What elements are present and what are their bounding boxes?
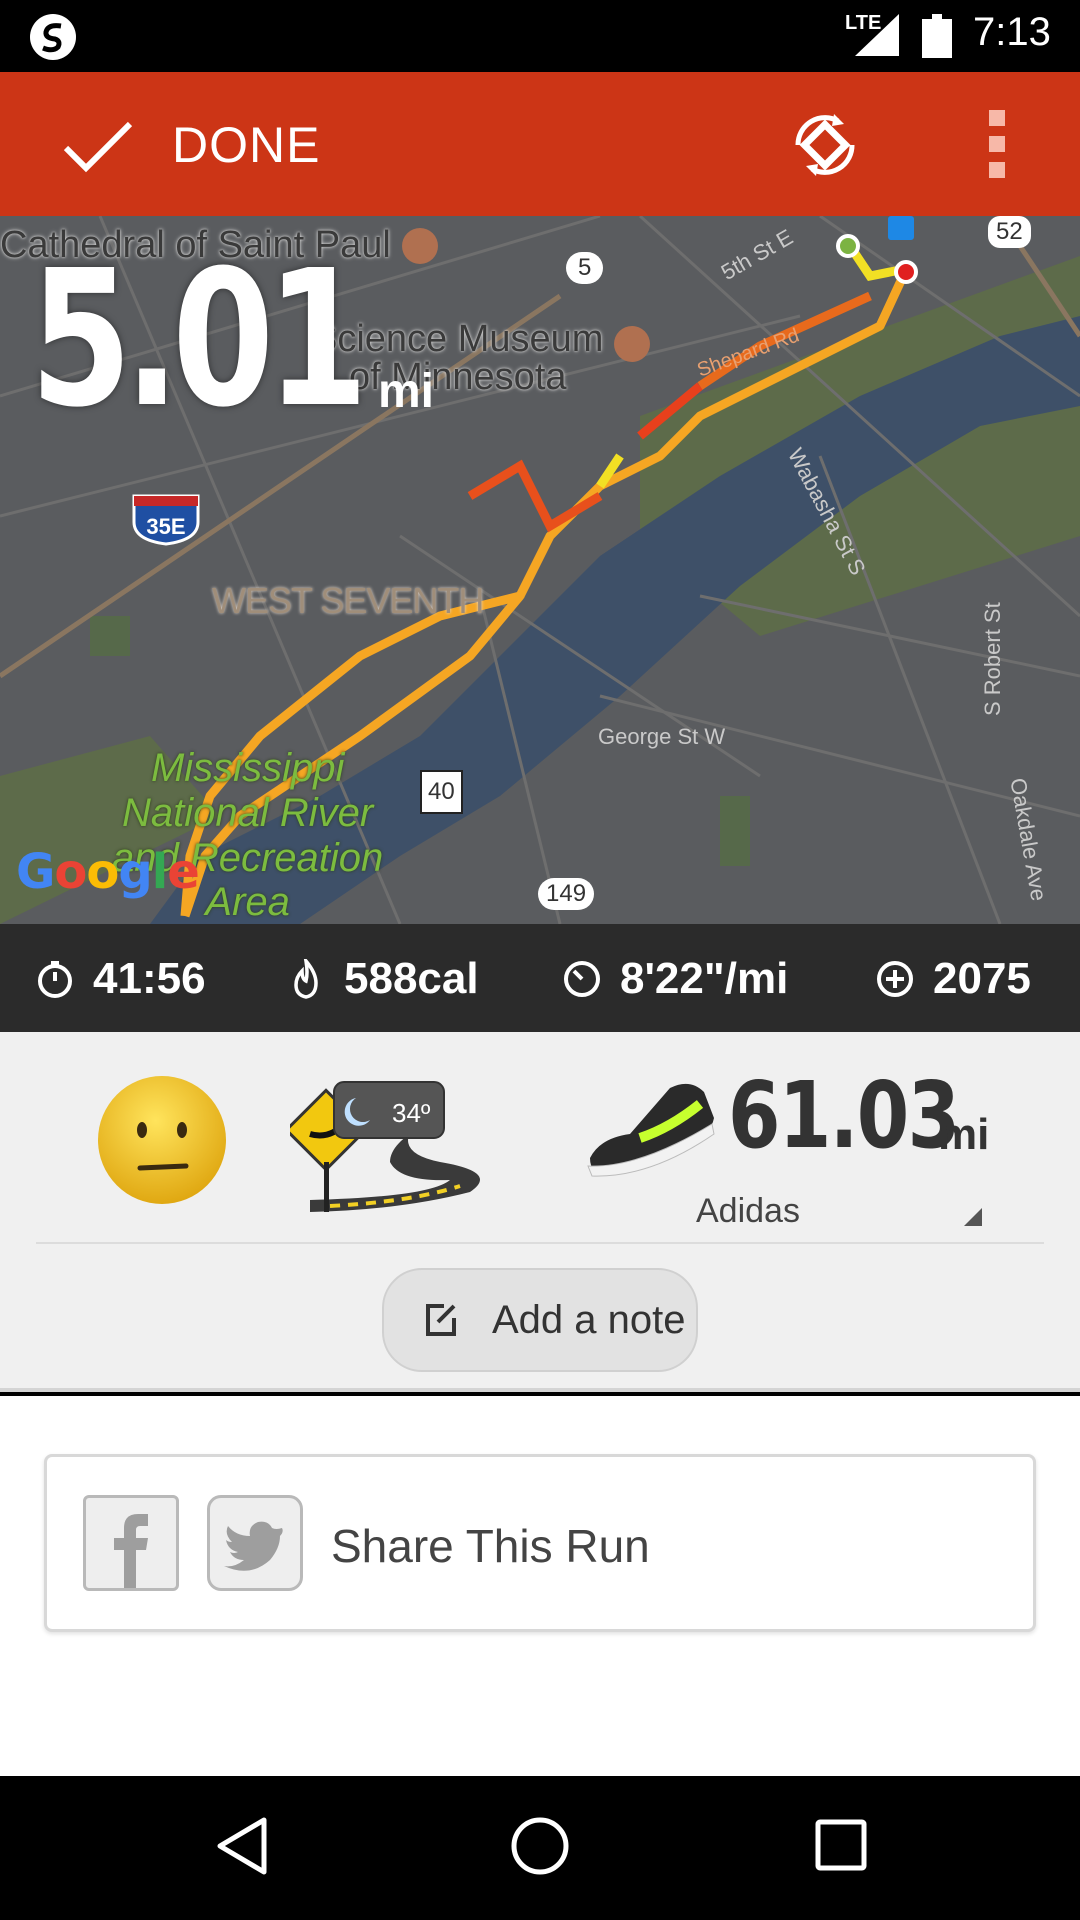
system-nav-bar bbox=[0, 1776, 1080, 1920]
dropdown-arrow-icon[interactable] bbox=[964, 1208, 982, 1226]
share-section: Share This Run bbox=[0, 1396, 1080, 1776]
recent-apps-icon[interactable] bbox=[814, 1818, 868, 1872]
back-icon[interactable] bbox=[214, 1816, 270, 1876]
terrain-road-icon[interactable]: 34º bbox=[284, 1062, 490, 1222]
stat-duration: 41:56 bbox=[35, 954, 206, 1004]
map-label-west-seventh: WEST SEVENTH bbox=[212, 580, 484, 621]
route-map[interactable]: Cathedral of Saint Paul Science Museum o… bbox=[0, 216, 1080, 924]
signal-icon bbox=[855, 14, 899, 56]
overflow-menu-icon[interactable] bbox=[985, 110, 1009, 182]
status-bar: LTE 7:13 bbox=[0, 0, 1080, 72]
google-logo: Google bbox=[16, 844, 200, 900]
run-distance-value: 5.01 bbox=[30, 230, 368, 449]
facebook-icon bbox=[114, 1514, 148, 1588]
map-label-george-st: George St W bbox=[598, 724, 726, 749]
done-button[interactable]: DONE bbox=[172, 116, 320, 174]
sync-icon[interactable] bbox=[790, 110, 860, 180]
share-run-card[interactable]: Share This Run bbox=[44, 1454, 1036, 1632]
edit-note-icon bbox=[426, 1304, 456, 1336]
divider bbox=[36, 1242, 1044, 1244]
stat-pace: 8'22"/mi bbox=[562, 954, 788, 1004]
app-logo-icon bbox=[30, 14, 76, 60]
highway-shield-52: 52 bbox=[988, 216, 1031, 248]
flame-icon bbox=[294, 959, 318, 999]
highway-shield-40: 40 bbox=[420, 770, 463, 814]
shoe-distance-unit: mi bbox=[938, 1110, 990, 1159]
stat-calories: 588cal bbox=[286, 954, 479, 1004]
run-stats-bar: 41:56 588cal 8'22"/mi 2075 bbox=[0, 924, 1080, 1032]
share-run-label: Share This Run bbox=[331, 1520, 650, 1572]
home-icon[interactable] bbox=[510, 1816, 570, 1876]
app-bar: DONE bbox=[0, 72, 1080, 216]
map-label-robert-st: S Robert St bbox=[980, 602, 1005, 716]
run-distance-unit: mi bbox=[378, 365, 435, 418]
mood-neutral-icon[interactable] bbox=[96, 1074, 228, 1206]
highway-shield-5: 5 bbox=[566, 252, 604, 284]
add-note-button[interactable]: Add a note bbox=[382, 1268, 698, 1372]
twitter-share-toggle[interactable] bbox=[207, 1495, 303, 1591]
highway-shield-149: 149 bbox=[538, 878, 595, 910]
run-details: 34º 61.03 mi Adidas Add a note bbox=[0, 1032, 1080, 1392]
clock: 7:13 bbox=[973, 10, 1051, 54]
check-icon[interactable] bbox=[62, 118, 134, 174]
temperature: 34º bbox=[392, 1098, 431, 1128]
fuel-plus-icon bbox=[877, 961, 913, 997]
battery-icon bbox=[922, 14, 952, 58]
twitter-icon bbox=[224, 1521, 283, 1571]
interstate-label: 35E bbox=[146, 514, 185, 539]
shoe-total-distance: 61.03 bbox=[728, 1062, 960, 1169]
stat-fuel: 2075 bbox=[875, 954, 1031, 1004]
speedometer-icon bbox=[564, 961, 600, 997]
interstate-shield-35e: 35E bbox=[130, 492, 202, 546]
stopwatch-icon bbox=[38, 961, 72, 998]
facebook-share-toggle[interactable] bbox=[83, 1495, 179, 1591]
shoe-icon[interactable] bbox=[580, 1058, 718, 1200]
shoe-selector[interactable]: Adidas bbox=[696, 1192, 800, 1231]
